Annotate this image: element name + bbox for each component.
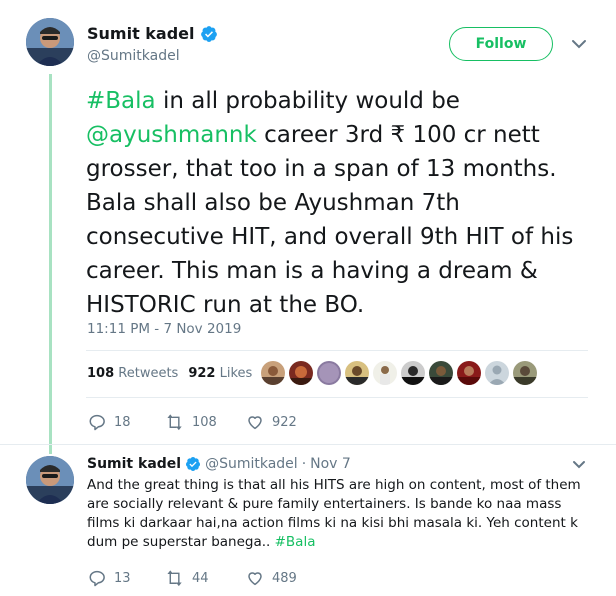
tweet-text-part: in all probability would be: [155, 88, 460, 114]
thread-connector-line: [49, 74, 52, 454]
reply-text: And the great thing is that all his HITS…: [87, 476, 597, 552]
avatar[interactable]: [26, 18, 74, 66]
heart-icon: [248, 572, 262, 586]
reply-date[interactable]: Nov 7: [310, 456, 351, 472]
liker-avatar[interactable]: [345, 361, 369, 385]
reply-count: 13: [114, 570, 131, 586]
retweets-label: Retweets: [118, 366, 179, 381]
author-name[interactable]: Sumit kadel: [87, 24, 218, 43]
avatar[interactable]: [26, 456, 74, 504]
retweet-button[interactable]: 44: [166, 569, 246, 587]
liker-avatar[interactable]: [513, 361, 537, 385]
liker-avatar[interactable]: [373, 361, 397, 385]
engagement-stats: 108 Retweets 922 Likes: [87, 366, 252, 381]
tweet-timestamp[interactable]: 11:11 PM - 7 Nov 2019: [87, 321, 241, 337]
reply-actions: 13 44 489: [88, 569, 297, 587]
reply-button[interactable]: 13: [88, 569, 166, 587]
retweets-stat[interactable]: 108 Retweets: [87, 366, 178, 381]
retweet-count: 108: [87, 366, 115, 381]
hashtag-link[interactable]: #Bala: [86, 88, 156, 114]
hashtag-link[interactable]: #Bala: [275, 534, 316, 550]
author-handle[interactable]: @Sumitkadel: [87, 48, 180, 64]
retweet-button[interactable]: 108: [166, 413, 246, 431]
like-count: 922: [272, 414, 297, 430]
liker-avatar[interactable]: [289, 361, 313, 385]
reply-button[interactable]: 18: [88, 413, 166, 431]
liker-avatar[interactable]: [401, 361, 425, 385]
retweet-icon: [167, 414, 182, 431]
like-button[interactable]: 922: [246, 413, 297, 431]
retweet-count: 44: [192, 570, 209, 586]
reply-author-name[interactable]: Sumit kadel: [87, 456, 181, 472]
divider: [86, 397, 588, 398]
meta-separator: ·: [301, 456, 307, 472]
verified-badge-icon: [200, 25, 217, 42]
divider: [86, 350, 588, 351]
liker-avatar[interactable]: [457, 361, 481, 385]
likers-avatars: [261, 361, 537, 385]
tweet-text: #Bala in all probability would be @ayush…: [86, 84, 586, 322]
reply-author-handle[interactable]: @Sumitkadel: [205, 456, 298, 472]
verified-badge-icon: [186, 457, 201, 471]
like-button[interactable]: 489: [246, 569, 297, 587]
like-count: 922: [188, 366, 216, 381]
reply-text-body: And the great thing is that all his HITS…: [87, 477, 581, 550]
retweet-count: 108: [192, 414, 217, 430]
liker-avatar[interactable]: [261, 361, 285, 385]
author-name-text[interactable]: Sumit kadel: [87, 24, 195, 43]
likes-label: Likes: [219, 366, 253, 381]
tweet-text-part: career 3rd ₹ 100 cr nett grosser, that t…: [86, 122, 574, 318]
heart-icon: [248, 416, 262, 430]
mention-link[interactable]: @ayushmannk: [86, 122, 257, 148]
chevron-down-icon[interactable]: [572, 460, 586, 470]
reply-icon: [89, 414, 105, 431]
reply-icon: [89, 570, 105, 587]
chevron-down-icon[interactable]: [571, 38, 587, 50]
like-count: 489: [272, 570, 297, 586]
divider: [0, 444, 616, 445]
liker-avatar[interactable]: [429, 361, 453, 385]
liker-avatar[interactable]: [485, 361, 509, 385]
reply-count: 18: [114, 414, 131, 430]
reply-header: Sumit kadel @Sumitkadel · Nov 7: [87, 456, 351, 472]
follow-button[interactable]: Follow: [449, 27, 553, 61]
liker-avatar[interactable]: [317, 361, 341, 385]
retweet-icon: [167, 570, 182, 587]
likes-stat[interactable]: 922 Likes: [188, 366, 252, 381]
tweet-actions: 18 108 922: [88, 413, 297, 431]
